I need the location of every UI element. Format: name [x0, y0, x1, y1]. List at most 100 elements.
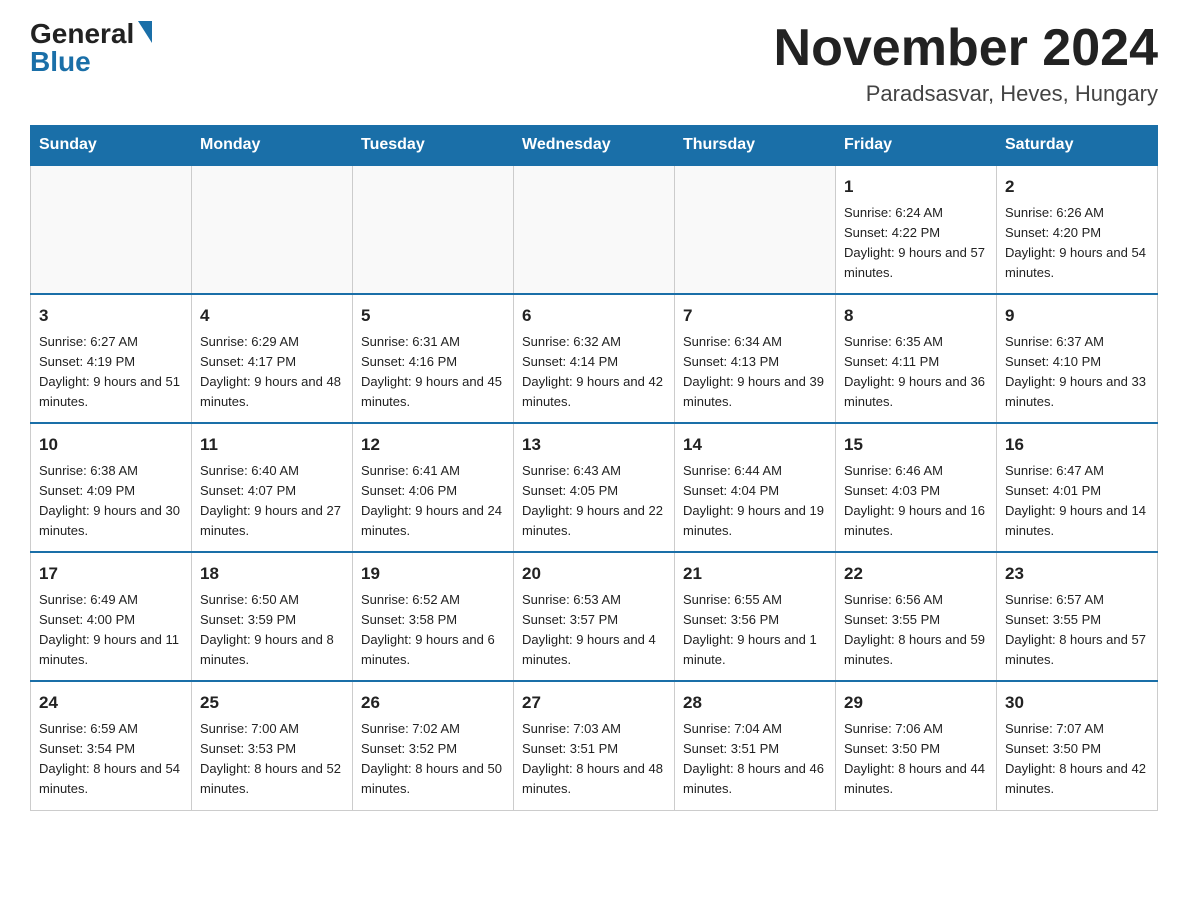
calendar-cell: 22 Sunrise: 6:56 AM Sunset: 3:55 PM Dayli…: [836, 552, 997, 681]
calendar-cell: [675, 165, 836, 294]
day-info: Sunrise: 6:46 AM Sunset: 4:03 PM Dayligh…: [844, 463, 985, 538]
weekday-header-sunday: Sunday: [31, 126, 192, 166]
calendar-cell: 16Sunrise: 6:47 AM Sunset: 4:01 PM Dayli…: [997, 423, 1158, 552]
month-year-title: November 2024: [774, 20, 1158, 77]
day-info: Sunrise: 6:32 AM Sunset: 4:14 PM Dayligh…: [522, 334, 663, 409]
day-info: Sunrise: 6:37 AM Sunset: 4:10 PM Dayligh…: [1005, 334, 1146, 409]
calendar-cell: 13 Sunrise: 6:43 AM Sunset: 4:05 PM Dayli…: [514, 423, 675, 552]
day-number: 21: [683, 561, 827, 587]
calendar-cell: 20Sunrise: 6:53 AM Sunset: 3:57 PM Dayli…: [514, 552, 675, 681]
day-number: 14: [683, 432, 827, 458]
calendar-cell: 2 Sunrise: 6:26 AM Sunset: 4:20 PM Daylig…: [997, 165, 1158, 294]
calendar-cell: [192, 165, 353, 294]
calendar-cell: 14 Sunrise: 6:44 AM Sunset: 4:04 PM Dayli…: [675, 423, 836, 552]
day-number: 25: [200, 690, 344, 716]
weekday-header-saturday: Saturday: [997, 126, 1158, 166]
day-number: 19: [361, 561, 505, 587]
calendar-cell: 29 Sunrise: 7:06 AM Sunset: 3:50 PM Dayli…: [836, 681, 997, 810]
calendar-cell: 18Sunrise: 6:50 AM Sunset: 3:59 PM Dayli…: [192, 552, 353, 681]
day-info: Sunrise: 6:34 AM Sunset: 4:13 PM Dayligh…: [683, 334, 824, 409]
weekday-header-friday: Friday: [836, 126, 997, 166]
calendar-cell: 3Sunrise: 6:27 AM Sunset: 4:19 PM Daylig…: [31, 294, 192, 423]
day-info: Sunrise: 7:02 AM Sunset: 3:52 PM Dayligh…: [361, 721, 502, 796]
day-number: 1: [844, 174, 988, 200]
day-info: Sunrise: 6:38 AM Sunset: 4:09 PM Dayligh…: [39, 463, 180, 538]
day-number: 22: [844, 561, 988, 587]
day-info: Sunrise: 6:47 AM Sunset: 4:01 PM Dayligh…: [1005, 463, 1146, 538]
day-info: Sunrise: 6:43 AM Sunset: 4:05 PM Dayligh…: [522, 463, 663, 538]
calendar-cell: [514, 165, 675, 294]
day-info: Sunrise: 7:04 AM Sunset: 3:51 PM Dayligh…: [683, 721, 824, 796]
day-info: Sunrise: 6:24 AM Sunset: 4:22 PM Dayligh…: [844, 205, 985, 280]
calendar-cell: 27 Sunrise: 7:03 AM Sunset: 3:51 PM Dayli…: [514, 681, 675, 810]
calendar-cell: 1 Sunrise: 6:24 AM Sunset: 4:22 PM Daylig…: [836, 165, 997, 294]
calendar-cell: 23 Sunrise: 6:57 AM Sunset: 3:55 PM Dayli…: [997, 552, 1158, 681]
weekday-header-wednesday: Wednesday: [514, 126, 675, 166]
day-number: 9: [1005, 303, 1149, 329]
day-number: 4: [200, 303, 344, 329]
day-info: Sunrise: 6:57 AM Sunset: 3:55 PM Dayligh…: [1005, 592, 1146, 667]
logo-triangle-icon: [138, 21, 152, 43]
calendar-header-row: SundayMondayTuesdayWednesdayThursdayFrid…: [31, 126, 1158, 166]
calendar-cell: 30 Sunrise: 7:07 AM Sunset: 3:50 PM Dayli…: [997, 681, 1158, 810]
day-number: 27: [522, 690, 666, 716]
day-number: 23: [1005, 561, 1149, 587]
calendar-cell: 26 Sunrise: 7:02 AM Sunset: 3:52 PM Dayli…: [353, 681, 514, 810]
logo-blue: Blue: [30, 48, 91, 76]
calendar-week-row: 24Sunrise: 6:59 AM Sunset: 3:54 PM Dayli…: [31, 681, 1158, 810]
day-number: 10: [39, 432, 183, 458]
day-info: Sunrise: 6:40 AM Sunset: 4:07 PM Dayligh…: [200, 463, 341, 538]
day-info: Sunrise: 7:03 AM Sunset: 3:51 PM Dayligh…: [522, 721, 663, 796]
title-section: November 2024 Paradsasvar, Heves, Hungar…: [774, 20, 1158, 107]
calendar-week-row: 17 Sunrise: 6:49 AM Sunset: 4:00 PM Dayli…: [31, 552, 1158, 681]
calendar-cell: 4 Sunrise: 6:29 AM Sunset: 4:17 PM Daylig…: [192, 294, 353, 423]
day-info: Sunrise: 6:35 AM Sunset: 4:11 PM Dayligh…: [844, 334, 985, 409]
calendar-cell: [31, 165, 192, 294]
logo-general: General: [30, 20, 134, 48]
day-number: 12: [361, 432, 505, 458]
day-info: Sunrise: 6:56 AM Sunset: 3:55 PM Dayligh…: [844, 592, 985, 667]
day-info: Sunrise: 6:41 AM Sunset: 4:06 PM Dayligh…: [361, 463, 502, 538]
day-number: 3: [39, 303, 183, 329]
calendar-cell: 25 Sunrise: 7:00 AM Sunset: 3:53 PM Dayli…: [192, 681, 353, 810]
calendar-week-row: 3Sunrise: 6:27 AM Sunset: 4:19 PM Daylig…: [31, 294, 1158, 423]
calendar-cell: 7 Sunrise: 6:34 AM Sunset: 4:13 PM Daylig…: [675, 294, 836, 423]
day-number: 11: [200, 432, 344, 458]
day-number: 5: [361, 303, 505, 329]
calendar-table: SundayMondayTuesdayWednesdayThursdayFrid…: [30, 125, 1158, 810]
day-number: 26: [361, 690, 505, 716]
day-info: Sunrise: 6:52 AM Sunset: 3:58 PM Dayligh…: [361, 592, 495, 667]
calendar-cell: [353, 165, 514, 294]
day-info: Sunrise: 6:49 AM Sunset: 4:00 PM Dayligh…: [39, 592, 179, 667]
day-info: Sunrise: 7:00 AM Sunset: 3:53 PM Dayligh…: [200, 721, 341, 796]
location-subtitle: Paradsasvar, Heves, Hungary: [774, 81, 1158, 107]
calendar-cell: 15 Sunrise: 6:46 AM Sunset: 4:03 PM Dayli…: [836, 423, 997, 552]
calendar-cell: 9 Sunrise: 6:37 AM Sunset: 4:10 PM Daylig…: [997, 294, 1158, 423]
logo: General Blue: [30, 20, 152, 76]
day-number: 15: [844, 432, 988, 458]
calendar-cell: 5Sunrise: 6:31 AM Sunset: 4:16 PM Daylig…: [353, 294, 514, 423]
calendar-cell: 11 Sunrise: 6:40 AM Sunset: 4:07 PM Dayli…: [192, 423, 353, 552]
day-number: 30: [1005, 690, 1149, 716]
day-info: Sunrise: 7:07 AM Sunset: 3:50 PM Dayligh…: [1005, 721, 1146, 796]
day-info: Sunrise: 6:50 AM Sunset: 3:59 PM Dayligh…: [200, 592, 334, 667]
day-info: Sunrise: 6:26 AM Sunset: 4:20 PM Dayligh…: [1005, 205, 1146, 280]
calendar-cell: 8 Sunrise: 6:35 AM Sunset: 4:11 PM Daylig…: [836, 294, 997, 423]
calendar-cell: 21Sunrise: 6:55 AM Sunset: 3:56 PM Dayli…: [675, 552, 836, 681]
calendar-cell: 6Sunrise: 6:32 AM Sunset: 4:14 PM Daylig…: [514, 294, 675, 423]
day-number: 2: [1005, 174, 1149, 200]
calendar-cell: 28Sunrise: 7:04 AM Sunset: 3:51 PM Dayli…: [675, 681, 836, 810]
day-info: Sunrise: 6:29 AM Sunset: 4:17 PM Dayligh…: [200, 334, 341, 409]
day-info: Sunrise: 6:59 AM Sunset: 3:54 PM Dayligh…: [39, 721, 180, 796]
day-number: 7: [683, 303, 827, 329]
calendar-cell: 24Sunrise: 6:59 AM Sunset: 3:54 PM Dayli…: [31, 681, 192, 810]
day-number: 13: [522, 432, 666, 458]
calendar-cell: 19 Sunrise: 6:52 AM Sunset: 3:58 PM Dayli…: [353, 552, 514, 681]
day-number: 29: [844, 690, 988, 716]
day-number: 17: [39, 561, 183, 587]
calendar-week-row: 1 Sunrise: 6:24 AM Sunset: 4:22 PM Daylig…: [31, 165, 1158, 294]
calendar-cell: 10 Sunrise: 6:38 AM Sunset: 4:09 PM Dayli…: [31, 423, 192, 552]
day-info: Sunrise: 6:44 AM Sunset: 4:04 PM Dayligh…: [683, 463, 824, 538]
day-number: 8: [844, 303, 988, 329]
day-info: Sunrise: 7:06 AM Sunset: 3:50 PM Dayligh…: [844, 721, 985, 796]
